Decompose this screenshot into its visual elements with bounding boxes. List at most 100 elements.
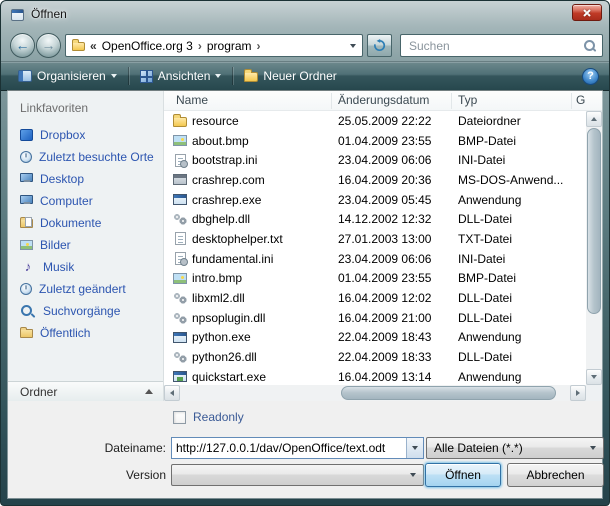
scroll-left-button[interactable] — [164, 385, 180, 401]
breadcrumb-item[interactable]: OpenOffice.org 3 — [102, 39, 193, 53]
breadcrumb-collapsed[interactable]: « — [90, 39, 97, 53]
sidebar-item[interactable]: Zuletzt besuchte Orte — [8, 146, 163, 168]
readonly-label[interactable]: Readonly — [193, 410, 244, 424]
file-row[interactable]: quickstart.exe 16.04.2009 13:14 Anwendun… — [164, 367, 586, 385]
app-icon — [173, 332, 187, 343]
file-date: 25.05.2009 22:22 — [338, 114, 431, 128]
file-date: 22.04.2009 18:43 — [338, 330, 431, 344]
breadcrumb-dropdown-icon[interactable] — [350, 44, 356, 48]
file-row[interactable]: python26.dll 22.04.2009 18:33 DLL-Datei — [164, 347, 586, 367]
organize-label: Organisieren — [37, 69, 106, 83]
scroll-down-button[interactable] — [586, 369, 602, 385]
titlebar[interactable]: Öffnen — [1, 1, 609, 30]
file-row[interactable]: desktophelper.txt 27.01.2003 13:00 TXT-D… — [164, 229, 586, 249]
file-row[interactable]: bootstrap.ini 23.04.2009 06:06 INI-Datei — [164, 150, 586, 170]
organize-icon — [18, 70, 32, 82]
file-type: Anwendung — [458, 370, 521, 384]
views-icon — [140, 70, 153, 83]
file-row[interactable]: resource 25.05.2009 22:22 Dateiordner — [164, 111, 586, 131]
window-icon — [11, 9, 24, 21]
file-row[interactable]: npsoplugin.dll 16.04.2009 21:00 DLL-Date… — [164, 308, 586, 328]
chevron-down-icon — [410, 473, 416, 477]
version-select[interactable] — [171, 464, 424, 486]
file-row[interactable]: dbghelp.dll 14.12.2002 12:32 DLL-Datei — [164, 209, 586, 229]
horizontal-scroll-thumb[interactable] — [341, 386, 556, 400]
sidebar-list: Dropbox Zuletzt besuchte Orte Desktop Co… — [8, 124, 163, 344]
forward-button[interactable]: → — [36, 33, 61, 58]
window-title: Öffnen — [31, 1, 67, 28]
file-row[interactable]: fundamental.ini 23.04.2009 06:06 INI-Dat… — [164, 249, 586, 269]
column-header-name[interactable]: Name — [176, 91, 208, 110]
column-divider[interactable] — [331, 93, 332, 109]
scroll-up-icon — [591, 117, 597, 121]
new-folder-icon — [244, 72, 258, 82]
dialog-footer: Readonly Dateiname: Alle Dateien (*.*) V… — [8, 401, 602, 498]
navigation-bar: ← → « OpenOffice.org 3 › program › — [1, 30, 609, 61]
file-row[interactable]: crashrep.exe 23.04.2009 05:45 Anwendung — [164, 190, 586, 210]
readonly-checkbox[interactable] — [173, 411, 186, 424]
breadcrumb-separator-icon[interactable]: › — [198, 39, 202, 53]
file-row[interactable]: libxml2.dll 16.04.2009 12:02 DLL-Datei — [164, 288, 586, 308]
sidebar-item[interactable]: Bilder — [8, 234, 163, 256]
folders-label: Ordner — [20, 385, 57, 399]
chevron-down-icon — [590, 446, 596, 450]
column-divider[interactable] — [571, 93, 572, 109]
folders-expander[interactable]: Ordner — [8, 381, 163, 401]
new-folder-label: Neuer Ordner — [263, 69, 336, 83]
breadcrumb-item[interactable]: program — [207, 39, 252, 53]
refresh-button[interactable] — [367, 34, 392, 57]
vertical-scroll-thumb[interactable] — [587, 128, 601, 314]
breadcrumb-bar[interactable]: « OpenOffice.org 3 › program › — [65, 34, 363, 57]
column-divider[interactable] — [451, 93, 452, 109]
folder-icon — [72, 42, 85, 51]
ini-icon — [175, 252, 186, 265]
sidebar-item[interactable]: Computer — [8, 190, 163, 212]
scroll-right-icon — [576, 390, 580, 396]
scroll-up-button[interactable] — [586, 111, 602, 127]
chevron-up-icon — [145, 389, 153, 394]
horizontal-scrollbar[interactable] — [164, 385, 586, 401]
column-header-size[interactable]: G — [576, 91, 585, 110]
changed-icon — [20, 283, 32, 295]
vertical-scrollbar[interactable] — [586, 111, 602, 385]
file-type: INI-Datei — [458, 252, 505, 266]
filetype-select[interactable]: Alle Dateien (*.*) — [426, 437, 604, 459]
sidebar-item[interactable]: Dropbox — [8, 124, 163, 146]
cancel-button[interactable]: Abbrechen — [507, 463, 604, 487]
file-date: 01.04.2009 23:55 — [338, 134, 431, 148]
column-header-type[interactable]: Typ — [458, 91, 477, 110]
new-folder-button[interactable]: Neuer Ordner — [235, 64, 345, 88]
file-type: TXT-Datei — [458, 232, 512, 246]
close-button[interactable] — [572, 4, 602, 21]
sidebar-item[interactable]: Suchvorgänge — [8, 300, 163, 322]
sidebar-item[interactable]: Dokumente — [8, 212, 163, 234]
file-row[interactable]: intro.bmp 01.04.2009 23:55 BMP-Datei — [164, 269, 586, 289]
search-icon[interactable] — [583, 39, 596, 52]
file-name: resource — [192, 114, 239, 128]
forward-arrow-icon: → — [37, 34, 60, 57]
column-header-date[interactable]: Änderungsdatum — [338, 91, 429, 110]
dll-icon — [173, 351, 187, 363]
filetype-value: Alle Dateien (*.*) — [434, 441, 590, 455]
file-type: BMP-Datei — [458, 271, 516, 285]
file-row[interactable]: python.exe 22.04.2009 18:43 Anwendung — [164, 328, 586, 348]
organize-button[interactable]: Organisieren — [9, 64, 126, 88]
sidebar-item[interactable]: Zuletzt geändert — [8, 278, 163, 300]
views-button[interactable]: Ansichten — [131, 64, 231, 88]
file-row[interactable]: about.bmp 01.04.2009 23:55 BMP-Datei — [164, 131, 586, 151]
search-input[interactable] — [407, 38, 583, 54]
help-button[interactable]: ? — [582, 68, 599, 85]
sidebar-item[interactable]: Öffentlich — [8, 322, 163, 344]
file-name: dbghelp.dll — [192, 212, 250, 226]
dropbox-icon — [20, 129, 33, 141]
scrollbar-corner — [586, 385, 602, 401]
back-button[interactable]: ← — [10, 33, 35, 58]
filename-input[interactable] — [172, 438, 406, 458]
file-row[interactable]: crashrep.com 16.04.2009 20:36 MS-DOS-Anw… — [164, 170, 586, 190]
scroll-right-button[interactable] — [570, 385, 586, 401]
sidebar-item[interactable]: Musik — [8, 256, 163, 278]
filename-dropdown-button[interactable] — [406, 438, 423, 458]
sidebar-item[interactable]: Desktop — [8, 168, 163, 190]
open-button[interactable]: Öffnen — [425, 463, 501, 487]
breadcrumb-separator-icon[interactable]: › — [257, 39, 261, 53]
